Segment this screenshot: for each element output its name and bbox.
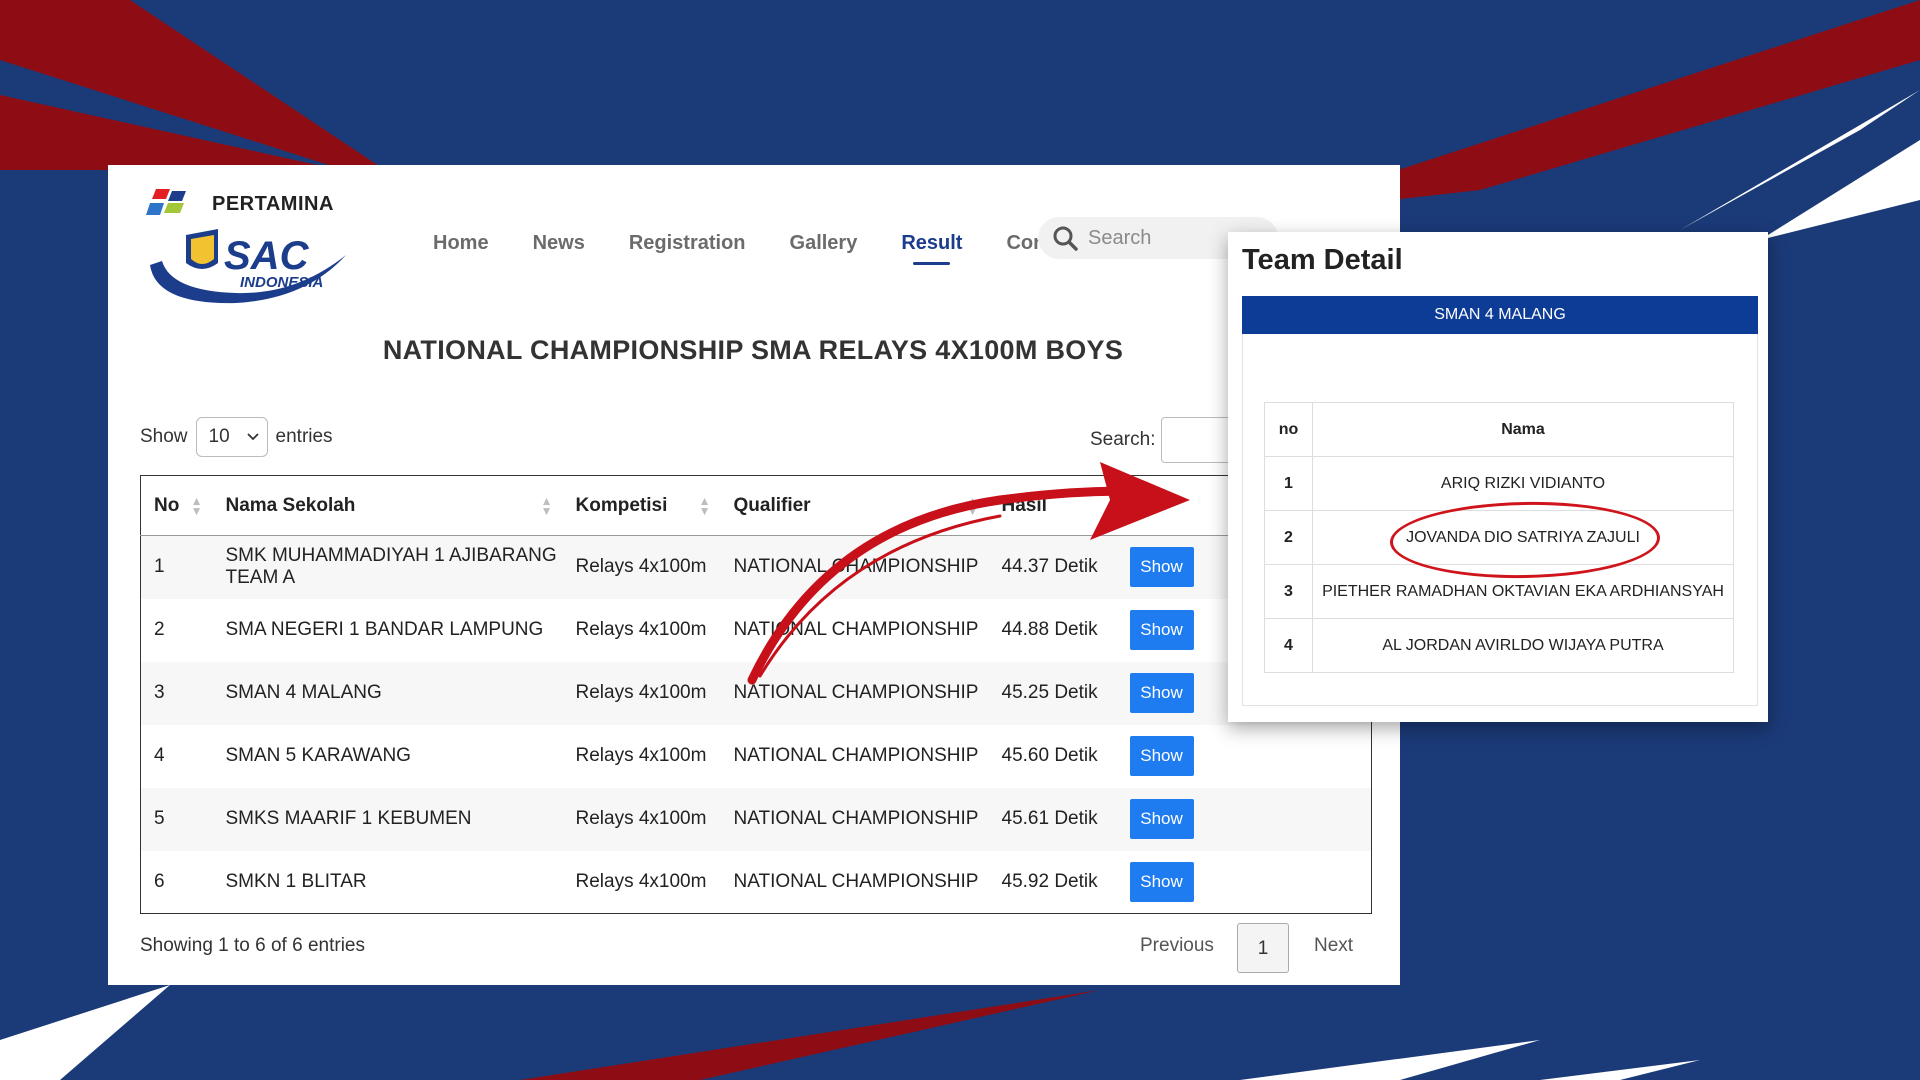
- col-nama-sekolah[interactable]: Nama Sekolah ▲ ▼: [212, 475, 563, 536]
- nav-news[interactable]: News: [533, 232, 585, 255]
- results-page: PERTAMINA SAC INDONESIA Home News Regist…: [108, 165, 1400, 985]
- page-title: NATIONAL CHAMPIONSHIP SMA RELAYS 4X100M …: [382, 335, 1124, 365]
- sort-icon: ▲ ▼: [966, 494, 979, 518]
- show-team-button[interactable]: Show: [1129, 736, 1194, 776]
- nav-registration[interactable]: Registration: [629, 232, 746, 255]
- table-row: 5 SMKS MAARIF 1 KEBUMEN Relays 4x100m NATIO…: [140, 787, 1372, 851]
- member-row: 4 AL JORDAN AVIRLDO WIJAYA PUTRA: [1264, 618, 1734, 673]
- team-detail-modal: Team Detail SMAN 4 MALANG no Nama 1 ARIQ …: [1228, 232, 1768, 722]
- results-table: No ▲ ▼ Nama Sekolah ▲ ▼ Kompetisi ▲ ▼ Qualifie…: [140, 475, 1372, 914]
- length-menu: Show 10 entries: [140, 417, 333, 457]
- table-row: 1 SMK MUHAMMADIYAH 1 AJIBARANG TEAM A Rela…: [140, 535, 1372, 599]
- pertamina-mark-icon: [146, 189, 186, 215]
- members-header-row: no Nama: [1264, 402, 1734, 457]
- show-team-button[interactable]: Show: [1129, 547, 1194, 588]
- col-kompetisi[interactable]: Kompetisi ▲ ▼: [562, 475, 721, 536]
- col-no[interactable]: No ▲ ▼: [140, 475, 213, 536]
- page-1-button[interactable]: 1: [1237, 923, 1289, 973]
- team-name-header: SMAN 4 MALANG: [1242, 296, 1758, 334]
- col-nama: Nama: [1312, 402, 1734, 457]
- col-qualifier[interactable]: Qualifier ▲ ▼: [720, 475, 989, 536]
- entries-label: entries: [275, 426, 333, 447]
- entries-value: 10: [208, 426, 230, 447]
- col-no: no: [1264, 402, 1313, 457]
- svg-text:INDONESIA: INDONESIA: [240, 274, 323, 291]
- next-button[interactable]: Next: [1314, 935, 1353, 957]
- site-logo[interactable]: PERTAMINA SAC INDONESIA: [146, 173, 346, 304]
- table-search-label: Search:: [1090, 429, 1156, 450]
- show-team-button[interactable]: Show: [1129, 673, 1194, 713]
- show-team-button[interactable]: Show: [1129, 610, 1194, 650]
- sort-icon: ▲ ▼: [190, 494, 203, 518]
- show-team-button[interactable]: Show: [1129, 799, 1194, 839]
- table-info: Showing 1 to 6 of 6 entries: [140, 935, 365, 956]
- show-label: Show: [140, 426, 188, 447]
- table-row: 4 SMAN 5 KARAWANG Relays 4x100m NATIONAL CH…: [141, 725, 1372, 788]
- modal-title: Team Detail: [1242, 244, 1403, 276]
- nav-home[interactable]: Home: [433, 232, 489, 255]
- main-nav: Home News Registration Gallery Result Co…: [433, 223, 1125, 265]
- search-placeholder: Search: [1088, 226, 1152, 249]
- sort-icon: ▲ ▼: [698, 494, 711, 518]
- table-header-row: No ▲ ▼ Nama Sekolah ▲ ▼ Kompetisi ▲ ▼ Qualifie…: [140, 475, 1372, 536]
- table-row: 3 SMAN 4 MALANG Relays 4x100m NATIONAL CHAM…: [140, 661, 1372, 725]
- previous-button[interactable]: Previous: [1140, 935, 1214, 957]
- table-row: 6 SMKN 1 BLITAR Relays 4x100m NATIONAL CHAM…: [141, 851, 1372, 914]
- search-icon: [1053, 226, 1078, 251]
- svg-text:SAC: SAC: [224, 234, 310, 278]
- entries-select[interactable]: 10: [195, 417, 268, 457]
- chevron-down-icon: [246, 433, 259, 441]
- table-row: 2 SMA NEGERI 1 BANDAR LAMPUNG Relays 4x100…: [141, 599, 1372, 662]
- sac-indonesia-logo: SAC INDONESIA: [150, 229, 346, 304]
- sort-icon: ▲ ▼: [540, 494, 553, 518]
- nav-gallery[interactable]: Gallery: [790, 232, 858, 255]
- nav-result[interactable]: Result: [901, 232, 962, 265]
- col-hasil[interactable]: Hasil: [988, 475, 1117, 536]
- pertamina-wordmark: PERTAMINA: [212, 193, 334, 215]
- pertamina-logo: PERTAMINA: [146, 181, 346, 221]
- show-team-button[interactable]: Show: [1129, 861, 1194, 902]
